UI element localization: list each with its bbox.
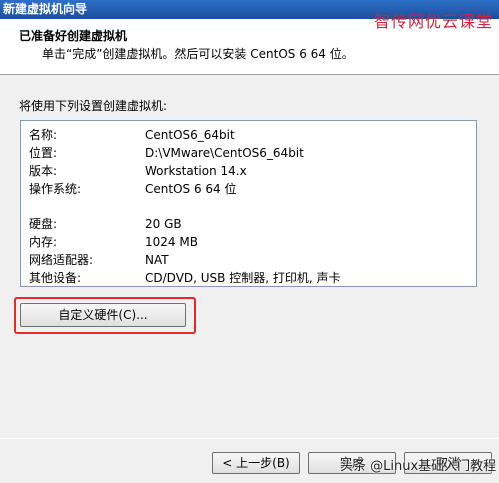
header-title: 已准备好创建虚拟机 — [19, 29, 128, 43]
summary-value: Workstation 14.x — [145, 164, 247, 178]
summary-key: 名称: — [29, 128, 58, 142]
watermark-bottom: 头条 @Linux基础入门教程 — [340, 459, 497, 474]
summary-value: CentOS6_64bit — [145, 128, 235, 142]
summary-value: CD/DVD, USB 控制器, 打印机, 声卡 — [145, 271, 341, 285]
summary-key: 位置: — [29, 146, 58, 160]
summary-row-location: 位置: D:\VMware\CentOS6_64bit — [29, 145, 469, 161]
summary-key: 硬盘: — [29, 217, 58, 231]
summary-row-name: 名称: CentOS6_64bit — [29, 127, 469, 143]
summary-row-network: 网络适配器: NAT — [29, 252, 469, 268]
summary-row-disk: 硬盘: 20 GB — [29, 216, 469, 232]
summary-intro: 将使用下列设置创建虚拟机: — [19, 99, 168, 113]
summary-value: NAT — [145, 253, 169, 267]
summary-row-version: 版本: Workstation 14.x — [29, 163, 469, 179]
summary-row-os: 操作系统: CentOS 6 64 位 — [29, 181, 469, 197]
summary-key: 其他设备: — [29, 271, 82, 285]
summary-value: 1024 MB — [145, 235, 198, 249]
summary-key: 版本: — [29, 164, 58, 178]
summary-row-devices: 其他设备: CD/DVD, USB 控制器, 打印机, 声卡 — [29, 270, 469, 286]
header-subtitle: 单击“完成”创建虚拟机。然后可以安装 CentOS 6 64 位。 — [42, 47, 354, 61]
settings-summary: 名称: CentOS6_64bit 位置: D:\VMware\CentOS6_… — [20, 120, 477, 287]
summary-key: 内存: — [29, 235, 58, 249]
footer-separator — [0, 438, 499, 439]
summary-key: 操作系统: — [29, 182, 82, 196]
summary-key: 网络适配器: — [29, 253, 94, 267]
summary-row-memory: 内存: 1024 MB — [29, 234, 469, 250]
summary-value: D:\VMware\CentOS6_64bit — [145, 146, 304, 160]
summary-value: 20 GB — [145, 217, 182, 231]
summary-value: CentOS 6 64 位 — [145, 182, 237, 196]
back-button[interactable]: < 上一步(B) — [212, 452, 300, 474]
customize-hardware-button[interactable]: 自定义硬件(C)... — [20, 303, 186, 327]
watermark-top: 智传网优云课堂 — [373, 12, 493, 31]
window-title: 新建虚拟机向导 — [3, 2, 88, 16]
